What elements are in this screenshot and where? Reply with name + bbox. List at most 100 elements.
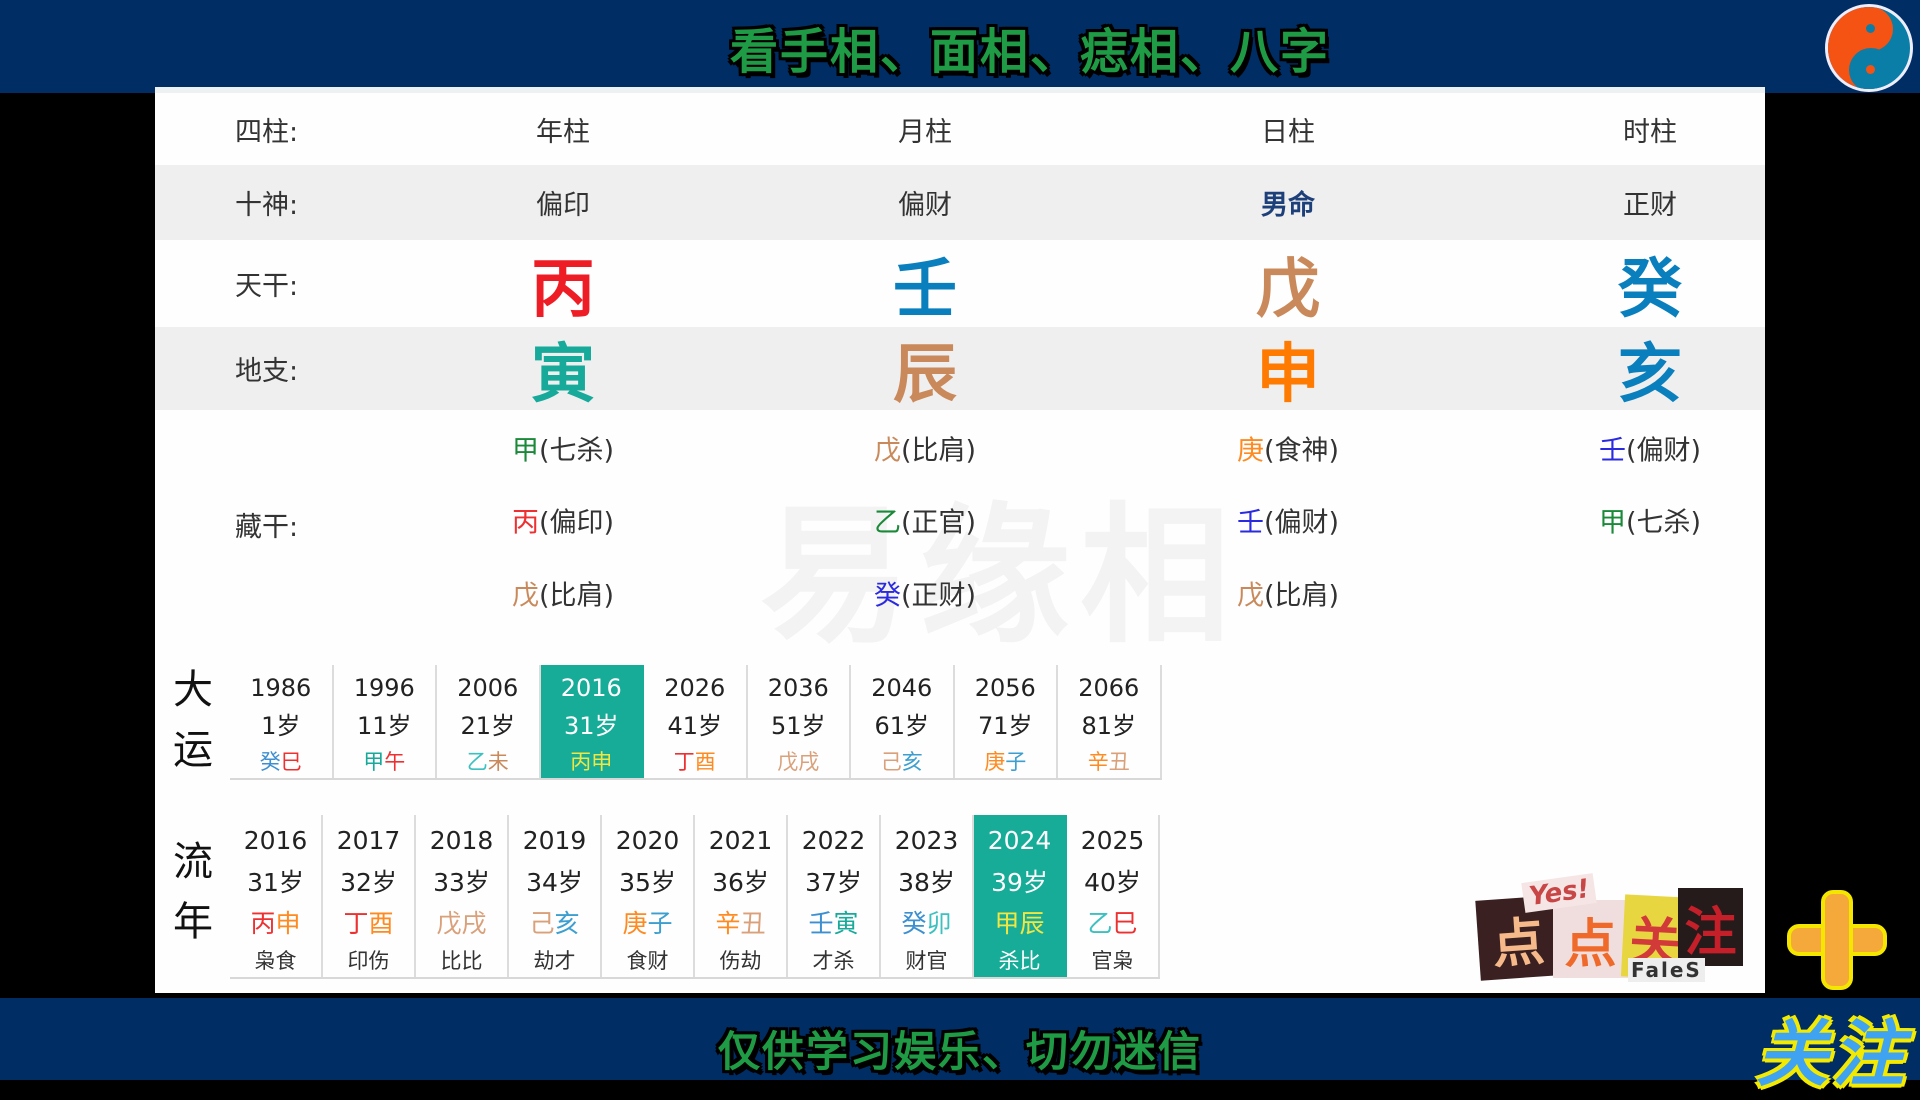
liunian-year: 2018 (429, 826, 494, 855)
liunian-cell[interactable]: 2020 35岁 庚子 食财 (602, 815, 695, 977)
liunian-ganzhi: 丁酉 (323, 904, 414, 944)
follow-sticker[interactable]: 点 点 关 注 Yes! FaleS (1475, 873, 1743, 983)
hidden-stem-char: 甲 (1598, 507, 1626, 539)
dayun-age: 51岁 (770, 712, 826, 740)
liunian-age: 40岁 (1084, 868, 1141, 897)
liunian-ganzhi: 戊戌 (416, 904, 507, 944)
liunian-year: 2022 (801, 826, 866, 855)
liunian-cell[interactable]: 2023 38岁 癸卯 财官 (881, 815, 974, 977)
liunian-stem: 癸 (901, 909, 927, 938)
branch-hour: 亥 (1618, 337, 1682, 412)
dayun-stem: 丁 (673, 750, 695, 774)
dayun-ganzhi: 癸巳 (230, 745, 332, 779)
liunian-ganzhi: 癸卯 (881, 904, 972, 944)
liunian-ganzhi: 乙巳 (1067, 904, 1158, 944)
hidden-stem-item: 戊(比肩) (1237, 574, 1339, 613)
liunian-age: 34岁 (526, 868, 583, 897)
liunian-cell[interactable]: 2025 40岁 乙巳 官枭 (1067, 815, 1160, 977)
liunian-gods: 官枭 (1091, 949, 1134, 973)
dayun-cell[interactable]: 1986 1岁 癸巳 (230, 665, 334, 778)
dayun-branch: 丑 (1108, 750, 1130, 774)
hidden-stem-item: 戊(比肩) (874, 429, 976, 468)
dayun-age: 31岁 (563, 712, 619, 740)
liunian-age: 31岁 (247, 868, 304, 897)
follow-button[interactable]: 关注 (1756, 995, 1908, 1100)
hidden-stem-item: 丙(偏印) (512, 501, 614, 540)
liunian-cell[interactable]: 2024 39岁 甲辰 杀比 (974, 815, 1067, 977)
pillar-hour-header: 时柱 (1623, 116, 1677, 148)
hidden-stem-item: 乙(正官) (874, 501, 976, 540)
liunian-stem: 乙 (1087, 909, 1113, 938)
dayun-year: 2046 (871, 674, 933, 702)
liunian-gods: 杀比 (998, 949, 1041, 973)
plus-follow-icon[interactable] (1787, 890, 1887, 990)
liunian-ganzhi: 己亥 (509, 904, 600, 944)
sticker-char-4: 注 (1678, 888, 1743, 966)
row-label-heavenly: 天干: (235, 271, 299, 302)
dayun-cell[interactable]: 1996 11岁 甲午 (334, 665, 437, 779)
liunian-year: 2019 (522, 826, 587, 855)
liunian-stem: 甲 (994, 909, 1020, 938)
watermark: 易缘相 (760, 490, 1241, 664)
dayun-cell[interactable]: 2016 31岁 丙申 (540, 665, 644, 779)
gender-label: 男命 (1261, 190, 1315, 221)
dayun-ganzhi: 甲午 (334, 745, 436, 779)
dayun-stem: 己 (880, 750, 902, 774)
hidden-stem-item: 甲(七杀) (1599, 501, 1701, 540)
hidden-stem-char: 壬 (1236, 507, 1264, 539)
pillar-header-row: 四柱: 年柱 月柱 日柱 时柱 (155, 93, 1765, 165)
liunian-gods: 比比 (440, 949, 483, 973)
dayun-cell[interactable]: 2026 41岁 丁酉 (644, 665, 748, 778)
liunian-stem: 辛 (715, 909, 741, 938)
hidden-stem-god: (七杀) (538, 435, 615, 467)
dayun-ganzhi: 乙未 (437, 745, 539, 779)
hidden-stem-god: (食神) (1263, 435, 1340, 467)
dayun-cell[interactable]: 2006 21岁 乙未 (437, 665, 541, 778)
liunian-stem: 壬 (808, 909, 834, 938)
liunian-cell[interactable]: 2017 32岁 丁酉 印伤 (323, 815, 416, 977)
hidden-stem-char: 戊 (873, 435, 901, 467)
dayun-cell[interactable]: 2056 71岁 庚子 (955, 665, 1058, 778)
dayun-stem: 甲 (363, 750, 385, 774)
dayun-cell[interactable]: 2036 51岁 戊戌 (748, 665, 851, 778)
dayun-stem: 丙 (570, 750, 592, 774)
liunian-age: 35岁 (619, 868, 676, 897)
dayun-year: 2056 (974, 674, 1036, 702)
liunian-ganzhi: 庚子 (602, 904, 693, 944)
pillar-day-header: 日柱 (1261, 116, 1315, 148)
dayun-ganzhi: 丁酉 (644, 745, 746, 779)
liunian-cell[interactable]: 2018 33岁戊戌比比 (416, 815, 509, 977)
liunian-cell[interactable]: 2021 36岁 辛丑 伤劫 (695, 815, 788, 977)
dayun-age: 61岁 (874, 712, 930, 740)
dayun-branch: 子 (1005, 750, 1027, 774)
liunian-branch: 亥 (554, 909, 580, 938)
liunian-stem: 庚 (622, 909, 648, 938)
dayun-stem: 戊 (777, 750, 799, 774)
dayun-age: 81岁 (1081, 712, 1137, 740)
hidden-stem-item: 庚(食神) (1237, 429, 1339, 468)
liunian-age: 33岁 (433, 868, 490, 897)
hidden-stem-god: (正官) (900, 507, 977, 539)
yin-yang-logo-icon (1825, 4, 1913, 92)
hidden-stem-char: 戊 (1236, 580, 1264, 612)
dayun-cell[interactable]: 2066 81岁 辛丑 (1058, 665, 1162, 778)
stem-day: 戊 (1256, 252, 1320, 327)
liunian-stem: 戊 (436, 909, 462, 938)
dayun-ganzhi: 丙申 (541, 745, 643, 779)
hidden-stem-god: (比肩) (900, 435, 977, 467)
liunian-cell[interactable]: 2016 31岁 丙申 枭食 (230, 815, 323, 977)
liunian-cell[interactable]: 2022 37岁 壬寅 才杀 (788, 815, 881, 977)
liunian-year: 2023 (894, 826, 959, 855)
liunian-label: 流 年 (168, 832, 218, 952)
liunian-cell[interactable]: 2019 34岁 己亥 劫才 (509, 815, 602, 977)
dayun-year: 1986 (250, 674, 312, 702)
dayun-branch: 巳 (280, 750, 302, 774)
dayun-cell[interactable]: 2046 61岁 己亥 (851, 665, 955, 778)
pillar-year-header: 年柱 (536, 116, 590, 148)
ten-god-year: 偏印 (536, 190, 590, 221)
liunian-year: 2024 (987, 826, 1052, 855)
stem-hour: 癸 (1618, 252, 1682, 327)
hidden-stem-god: (偏印) (538, 507, 615, 539)
liunian-age: 38岁 (898, 868, 955, 897)
hidden-stem-char: 乙 (873, 507, 901, 539)
